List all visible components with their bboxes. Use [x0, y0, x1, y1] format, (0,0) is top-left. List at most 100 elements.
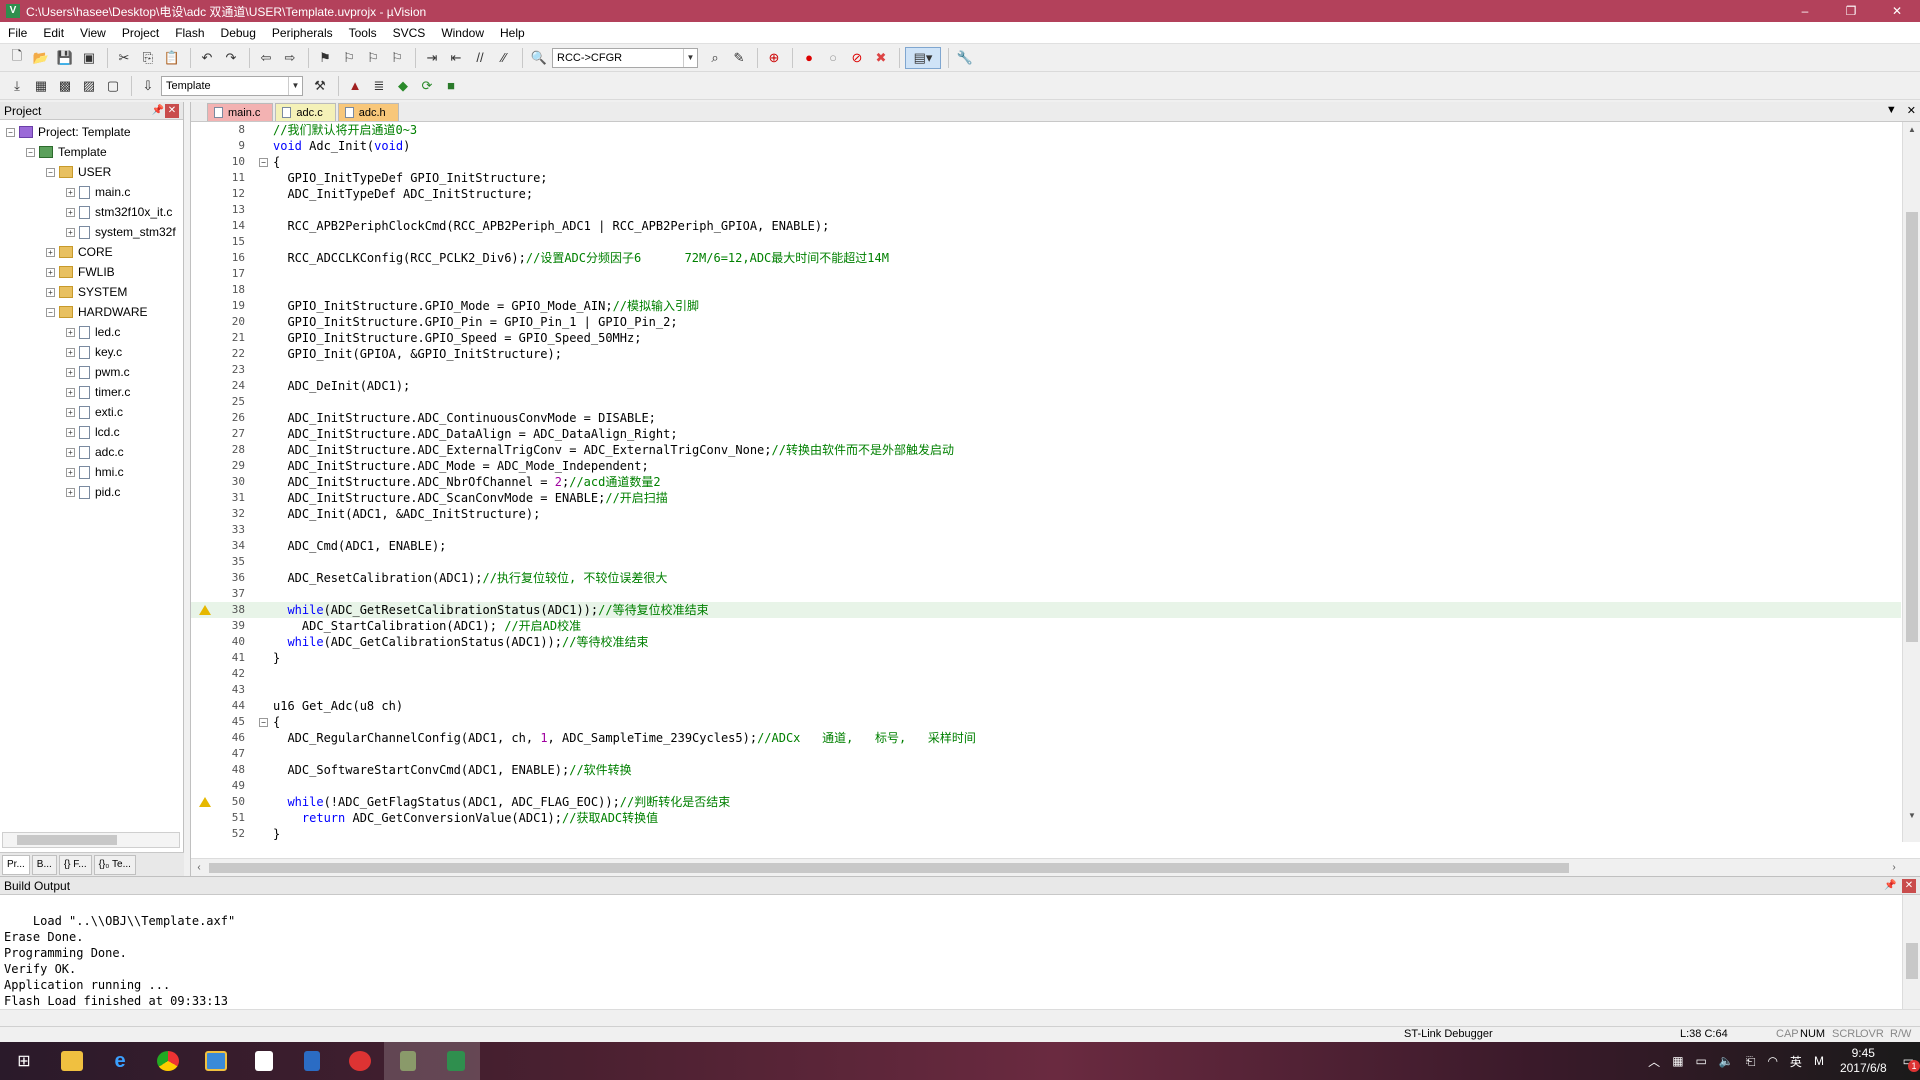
- code-line[interactable]: 16 RCC_ADCCLKConfig(RCC_PCLK2_Div6);//设置…: [191, 250, 1901, 266]
- menu-flash[interactable]: Flash: [167, 22, 212, 44]
- code-line[interactable]: 26 ADC_InitStructure.ADC_ContinuousConvM…: [191, 410, 1901, 426]
- tree-item[interactable]: + adc.c: [0, 442, 183, 462]
- code-line[interactable]: 50 while(!ADC_GetFlagStatus(ADC1, ADC_FL…: [191, 794, 1901, 810]
- paste-icon[interactable]: 📋: [161, 47, 183, 69]
- code-line[interactable]: 48 ADC_SoftwareStartConvCmd(ADC1, ENABLE…: [191, 762, 1901, 778]
- code-line[interactable]: 32 ADC_Init(ADC1, &ADC_InitStructure);: [191, 506, 1901, 522]
- menu-view[interactable]: View: [72, 22, 114, 44]
- build-horizontal-scrollbar[interactable]: [0, 1009, 1920, 1027]
- target-combo[interactable]: Template ▼: [161, 75, 303, 96]
- tree-item[interactable]: + lcd.c: [0, 422, 183, 442]
- tree-item[interactable]: + exti.c: [0, 402, 183, 422]
- expand-icon[interactable]: +: [66, 207, 75, 217]
- expand-icon[interactable]: +: [66, 327, 75, 337]
- disable-breakpoint-icon[interactable]: ○: [822, 47, 844, 69]
- download-load-icon[interactable]: ⇩: [137, 75, 159, 97]
- fold-toggle-icon[interactable]: −: [259, 718, 268, 727]
- show-hidden-icons-icon[interactable]: ︿: [1648, 1053, 1660, 1070]
- code-line[interactable]: 22 GPIO_Init(GPIOA, &GPIO_InitStructure)…: [191, 346, 1901, 362]
- edge-browser-icon[interactable]: e: [96, 1042, 144, 1080]
- ime-mode[interactable]: M: [1814, 1054, 1824, 1068]
- scroll-down-icon[interactable]: ▼: [1903, 808, 1920, 824]
- code-line[interactable]: 15: [191, 234, 1901, 250]
- code-line[interactable]: 14 RCC_APB2PeriphClockCmd(RCC_APB2Periph…: [191, 218, 1901, 234]
- code-line[interactable]: 19 GPIO_InitStructure.GPIO_Mode = GPIO_M…: [191, 298, 1901, 314]
- tab-books[interactable]: B...: [31, 854, 57, 875]
- code-line[interactable]: 9 void Adc_Init(void): [191, 138, 1901, 154]
- code-line[interactable]: 25: [191, 394, 1901, 410]
- tree-item[interactable]: + FWLIB: [0, 262, 183, 282]
- menu-peripherals[interactable]: Peripherals: [264, 22, 341, 44]
- file-explorer-icon[interactable]: [48, 1042, 96, 1080]
- find-icon[interactable]: ⌕: [704, 47, 726, 69]
- code-line[interactable]: 31 ADC_InitStructure.ADC_ScanConvMode = …: [191, 490, 1901, 506]
- translate-icon[interactable]: ⤓: [6, 75, 28, 97]
- code-line[interactable]: 17: [191, 266, 1901, 282]
- code-line[interactable]: 51 return ADC_GetConversionValue(ADC1);/…: [191, 810, 1901, 826]
- collapse-icon[interactable]: −: [26, 147, 35, 157]
- navigate-forward-icon[interactable]: ⇨: [279, 47, 301, 69]
- code-line[interactable]: 29 ADC_InitStructure.ADC_Mode = ADC_Mode…: [191, 458, 1901, 474]
- code-line[interactable]: 13: [191, 202, 1901, 218]
- close-tab-icon[interactable]: ✕: [1907, 104, 1916, 117]
- minimize-button[interactable]: –: [1782, 0, 1828, 22]
- menu-help[interactable]: Help: [492, 22, 533, 44]
- warning-icon[interactable]: [199, 797, 211, 807]
- code-line[interactable]: 45 −{: [191, 714, 1901, 730]
- pack-installer-icon[interactable]: ⟳: [416, 75, 438, 97]
- expand-icon[interactable]: +: [66, 387, 75, 397]
- chrome-icon[interactable]: [144, 1042, 192, 1080]
- action-center-icon[interactable]: ▭ 1: [1903, 1054, 1920, 1072]
- tree-item[interactable]: + pid.c: [0, 482, 183, 502]
- comment-icon[interactable]: //: [469, 47, 491, 69]
- document-app-icon[interactable]: [288, 1042, 336, 1080]
- find-in-files-icon[interactable]: 🔍: [528, 47, 550, 69]
- redo-icon[interactable]: ↷: [220, 47, 242, 69]
- notes-app-icon[interactable]: [384, 1042, 432, 1080]
- tree-horizontal-scrollbar[interactable]: [2, 832, 180, 848]
- select-packs-icon[interactable]: ≣: [368, 75, 390, 97]
- component-icon[interactable]: ■: [440, 75, 462, 97]
- code-line[interactable]: 47: [191, 746, 1901, 762]
- menu-debug[interactable]: Debug: [213, 22, 264, 44]
- tree-item[interactable]: + SYSTEM: [0, 282, 183, 302]
- stop-build-icon[interactable]: ▢: [102, 75, 124, 97]
- expand-icon[interactable]: +: [46, 247, 55, 257]
- store-icon[interactable]: [240, 1042, 288, 1080]
- manage-project-items-icon[interactable]: ▲: [344, 75, 366, 97]
- tree-item[interactable]: + hmi.c: [0, 462, 183, 482]
- warning-icon[interactable]: [199, 605, 211, 615]
- code-line[interactable]: 30 ADC_InitStructure.ADC_NbrOfChannel = …: [191, 474, 1901, 490]
- disable-all-breakpoints-icon[interactable]: ⊘: [846, 47, 868, 69]
- tab-functions[interactable]: {} F...: [58, 854, 92, 875]
- code-line[interactable]: 49: [191, 778, 1901, 794]
- editor-horizontal-scrollbar[interactable]: ‹ ›: [191, 858, 1920, 876]
- code-line[interactable]: 18: [191, 282, 1901, 298]
- code-line[interactable]: 46 ADC_RegularChannelConfig(ADC1, ch, 1,…: [191, 730, 1901, 746]
- scroll-thumb[interactable]: [209, 863, 1569, 873]
- window-layout-icon[interactable]: ▤▾: [905, 46, 941, 69]
- code-line[interactable]: 34 ADC_Cmd(ADC1, ENABLE);: [191, 538, 1901, 554]
- close-icon[interactable]: ✕: [1902, 878, 1916, 893]
- scroll-thumb[interactable]: [17, 835, 117, 845]
- menu-project[interactable]: Project: [114, 22, 167, 44]
- code-line[interactable]: 41}: [191, 650, 1901, 666]
- expand-icon[interactable]: +: [66, 427, 75, 437]
- pin-icon[interactable]: 📌: [151, 105, 165, 116]
- app-folder-icon[interactable]: [192, 1042, 240, 1080]
- tab-list-dropdown-icon[interactable]: ▼: [1886, 104, 1897, 117]
- code-line[interactable]: 44 u16 Get_Adc(u8 ch): [191, 698, 1901, 714]
- code-line[interactable]: 36 ADC_ResetCalibration(ADC1);//执行复位较位, …: [191, 570, 1901, 586]
- kill-all-breakpoints-icon[interactable]: ✖: [870, 47, 892, 69]
- tree-item[interactable]: − Template: [0, 142, 183, 162]
- expand-icon[interactable]: +: [66, 447, 75, 457]
- menu-tools[interactable]: Tools: [341, 22, 385, 44]
- code-line[interactable]: 20 GPIO_InitStructure.GPIO_Pin = GPIO_Pi…: [191, 314, 1901, 330]
- tab-project[interactable]: Pr...: [2, 854, 30, 875]
- start-windows-icon[interactable]: ⊞: [0, 1042, 48, 1080]
- tree-item[interactable]: + key.c: [0, 342, 183, 362]
- expand-icon[interactable]: +: [66, 227, 75, 237]
- save-all-icon[interactable]: ▣: [78, 47, 100, 69]
- collapse-icon[interactable]: −: [46, 307, 55, 317]
- rebuild-icon[interactable]: ▩: [54, 75, 76, 97]
